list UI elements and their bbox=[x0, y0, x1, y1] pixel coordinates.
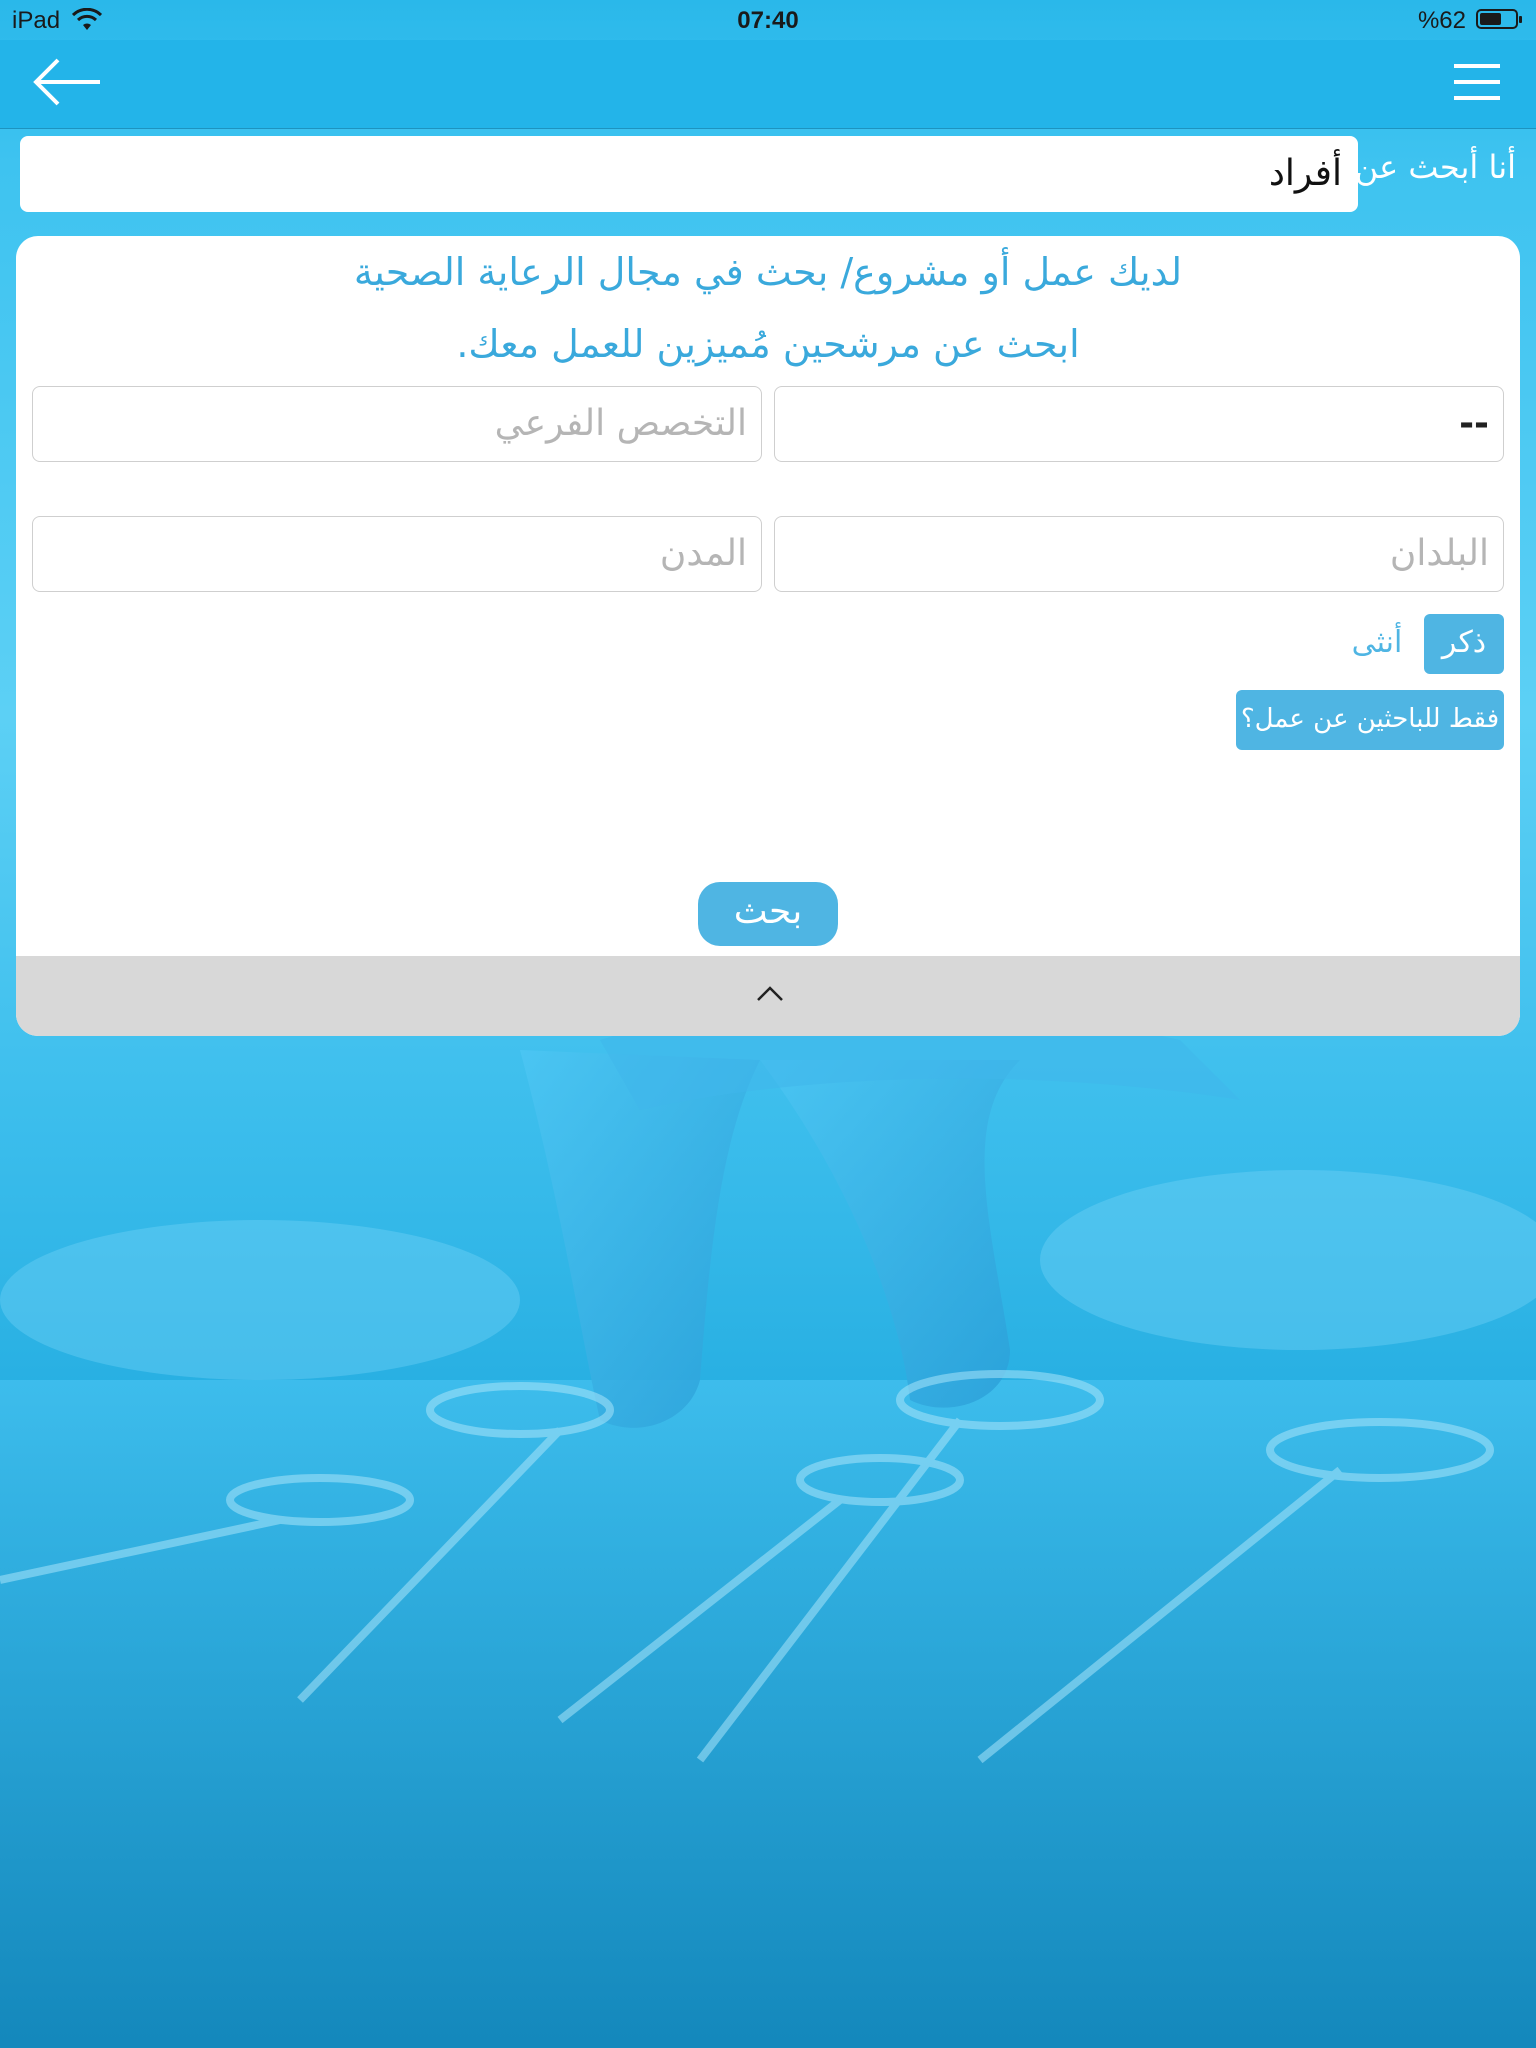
back-button[interactable] bbox=[32, 54, 106, 110]
search-type-select[interactable]: أفراد bbox=[20, 136, 1358, 212]
status-time: 07:40 bbox=[737, 7, 799, 34]
gender-male-toggle[interactable]: ذكر bbox=[1424, 614, 1504, 674]
menu-button[interactable] bbox=[1452, 60, 1502, 104]
search-button[interactable]: بحث bbox=[698, 882, 838, 946]
search-card: لديك عمل أو مشروع/ بحث في مجال الرعاية ا… bbox=[16, 236, 1520, 1036]
status-bar: iPad 07:40 %62 bbox=[0, 0, 1536, 40]
battery-level bbox=[1480, 13, 1501, 25]
search-type-label: أنا أبحث عن: bbox=[1344, 148, 1516, 186]
battery-percentage: %62 bbox=[1417, 7, 1466, 34]
subspecialty-select[interactable]: التخصص الفرعي bbox=[32, 386, 762, 462]
chevron-up-icon bbox=[757, 986, 783, 1001]
back-arrow-icon bbox=[33, 58, 100, 106]
jobseekers-only-toggle[interactable]: فقط للباحثين عن عمل؟ bbox=[1236, 690, 1504, 750]
countries-select[interactable]: البلدان bbox=[774, 516, 1504, 592]
collapse-button[interactable] bbox=[16, 956, 1520, 1036]
hamburger-menu-icon bbox=[1454, 64, 1500, 100]
specialty-select[interactable]: -- bbox=[774, 386, 1504, 462]
gender-female-toggle[interactable]: أنثى bbox=[1342, 614, 1412, 674]
search-type-row: أنا أبحث عن: أفراد bbox=[0, 128, 1536, 218]
navigation-bar bbox=[0, 40, 1536, 129]
card-title: لديك عمل أو مشروع/ بحث في مجال الرعاية ا… bbox=[353, 250, 1183, 294]
battery-icon bbox=[1476, 9, 1522, 29]
cities-select[interactable]: المدن bbox=[32, 516, 762, 592]
card-subtitle: ابحث عن مرشحين مُميزين للعمل معك. bbox=[456, 322, 1080, 366]
